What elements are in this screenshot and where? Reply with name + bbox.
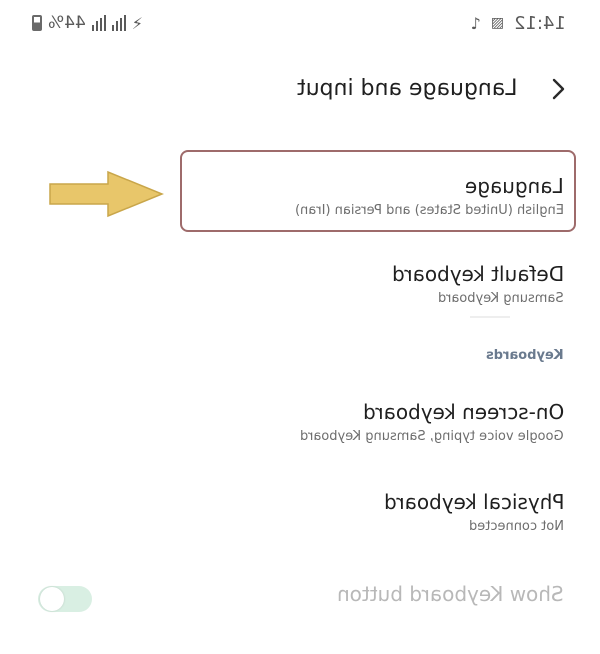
physical-keyboard-title: Physical keyboard (383, 490, 564, 514)
back-chevron-icon[interactable] (546, 74, 570, 104)
signal-icon-2 (111, 15, 126, 31)
section-header-keyboards: Keyboards (486, 348, 564, 363)
signal-icon (91, 15, 106, 31)
default-keyboard-subtitle: Samsung Keyboard (438, 291, 564, 306)
on-screen-keyboard-subtitle: Google voice typing, Samsung Keyboard (300, 429, 564, 444)
list-item-default-keyboard[interactable]: Default keyboard Samsung Keyboard (392, 262, 564, 306)
show-keyboard-button-toggle[interactable] (38, 586, 92, 612)
status-bar-left: 44% ⚡ (32, 12, 143, 34)
keyboards-label: Keyboards (486, 348, 564, 363)
pointer-arrow-icon (49, 170, 164, 218)
app-header: Language and input (0, 72, 600, 108)
list-item-physical-keyboard[interactable]: Physical keyboard Not connected (384, 490, 564, 534)
on-screen-keyboard-title: On-screen keyboard (362, 400, 564, 424)
battery-icon (32, 15, 42, 31)
notification-icon: ♪ (470, 13, 481, 33)
language-title: Language (465, 174, 564, 198)
page-title: Language and input (297, 76, 518, 101)
default-keyboard-title: Default keyboard (391, 262, 564, 286)
clock: 14:12 (514, 12, 566, 34)
wifi-off-icon: ⚡ (131, 13, 144, 33)
image-icon: ▨ (490, 15, 505, 31)
show-keyboard-button-title: Show Keyboard button (337, 582, 564, 606)
list-item-language[interactable]: Language English (United States) and Per… (295, 174, 564, 218)
divider (470, 316, 510, 318)
list-item-on-screen-keyboard[interactable]: On-screen keyboard Google voice typing, … (300, 400, 564, 444)
status-bar-right: ♪ ▨ 14:12 (471, 12, 566, 34)
language-subtitle: English (United States) and Persian (Ira… (295, 203, 564, 218)
battery-percent: 44% (48, 13, 86, 33)
toggle-knob (40, 587, 64, 611)
list-item-show-keyboard-button[interactable]: Show Keyboard button (337, 582, 564, 606)
physical-keyboard-subtitle: Not connected (469, 519, 564, 534)
